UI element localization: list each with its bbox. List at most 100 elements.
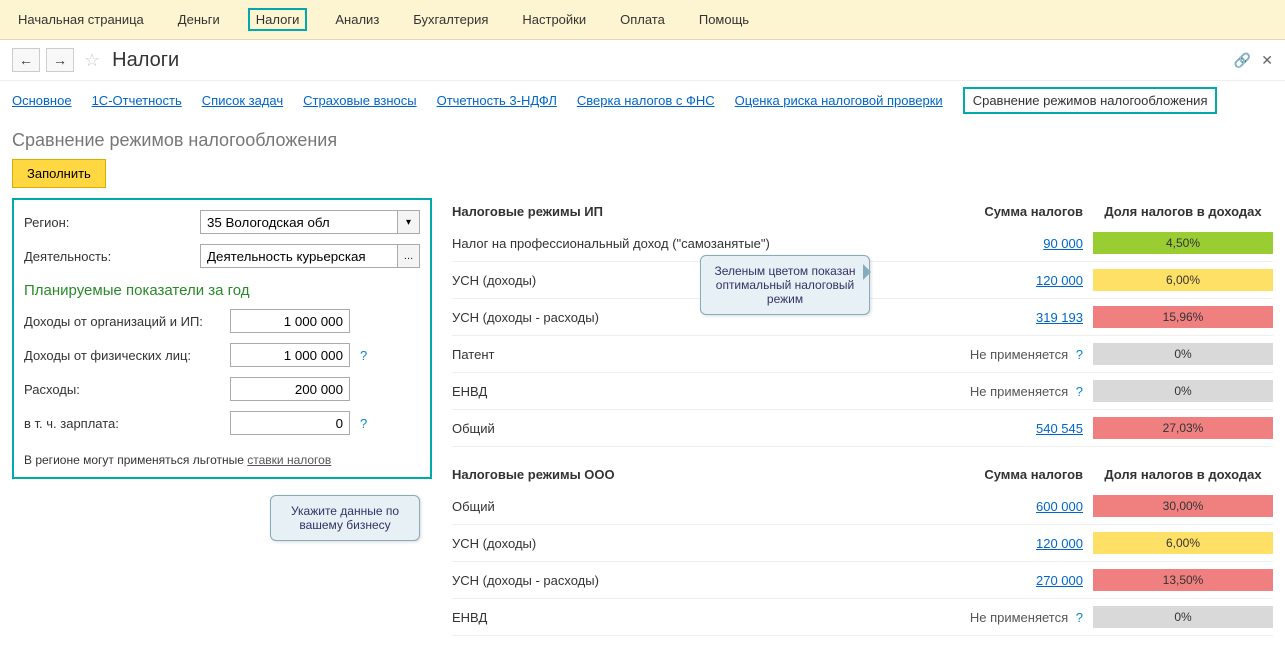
tax-sum-link[interactable]: 90 000 [1043,236,1083,251]
menu-accounting[interactable]: Бухгалтерия [407,8,494,31]
close-icon[interactable]: ✕ [1261,52,1273,69]
income-phys-label: Доходы от физических лиц: [24,348,224,363]
top-menu: Начальная страница Деньги Налоги Анализ … [0,0,1285,40]
salary-label: в т. ч. зарплата: [24,416,224,431]
tax-sum: 319 193 [943,310,1093,325]
subnav-insurance[interactable]: Страховые взносы [303,93,416,108]
tax-sum-link[interactable]: 270 000 [1036,573,1083,588]
subnav-reconcile[interactable]: Сверка налогов с ФНС [577,93,715,108]
menu-settings[interactable]: Настройки [516,8,592,31]
menu-payment[interactable]: Оплата [614,8,671,31]
expenses-input[interactable] [230,377,350,401]
table-header-ip: Налоговые режимы ИПСумма налоговДоля нал… [452,198,1273,225]
activity-label: Деятельность: [24,249,194,264]
tax-name: ЕНВД [452,610,943,625]
region-dropdown-button[interactable]: ▾ [398,210,420,234]
subnav: Основное 1С-Отчетность Список задач Стра… [0,81,1285,120]
menu-taxes[interactable]: Налоги [248,8,308,31]
not-applied-text: Не применяется [970,384,1068,399]
tax-name: Общий [452,421,943,436]
income-org-label: Доходы от организаций и ИП: [24,314,224,329]
tax-sum: Не применяется ? [943,610,1093,625]
tax-name: УСН (доходы - расходы) [452,573,943,588]
menu-start[interactable]: Начальная страница [12,8,150,31]
tax-sum: Не применяется ? [943,347,1093,362]
tax-sum: 120 000 [943,536,1093,551]
share-bar: 6,00% [1093,269,1273,291]
tax-row: Общий 540 545 27,03% [452,410,1273,447]
tax-name: Налог на профессиональный доход ("самоза… [452,236,943,251]
income-org-input[interactable] [230,309,350,333]
fill-button[interactable]: Заполнить [12,159,106,188]
tax-rates-link[interactable]: ставки налогов [247,453,331,467]
share-bar: 30,00% [1093,495,1273,517]
share-bar: 0% [1093,606,1273,628]
subnav-compare[interactable]: Сравнение режимов налогообложения [963,87,1218,114]
expenses-label: Расходы: [24,382,224,397]
not-applied-text: Не применяется [970,347,1068,362]
tax-sum-link[interactable]: 120 000 [1036,536,1083,551]
region-label: Регион: [24,215,194,230]
help-icon[interactable]: ? [360,348,367,363]
share-bar: 27,03% [1093,417,1273,439]
subnav-main[interactable]: Основное [12,93,72,108]
menu-analysis[interactable]: Анализ [329,8,385,31]
tax-row: ЕНВДНе применяется ?0% [452,373,1273,410]
tax-sum-link[interactable]: 600 000 [1036,499,1083,514]
activity-input[interactable] [200,244,398,268]
tax-sum: 90 000 [943,236,1093,251]
activity-picker-button[interactable]: … [398,244,420,268]
not-applied-text: Не применяется [970,610,1068,625]
toolbar: ← → ☆ Налоги 🔗 ✕ [0,40,1285,81]
help-icon[interactable]: ? [1076,384,1083,399]
subnav-reporting[interactable]: 1С-Отчетность [92,93,182,108]
nav-forward-button[interactable]: → [46,48,74,72]
tax-row: УСН (доходы - расходы) 270 000 13,50% [452,562,1273,599]
tax-sum: 600 000 [943,499,1093,514]
callout-input-hint: Укажите данные по вашему бизнесу [270,495,420,541]
help-icon[interactable]: ? [1076,347,1083,362]
tax-name: Общий [452,499,943,514]
menu-money[interactable]: Деньги [172,8,226,31]
nav-back-button[interactable]: ← [12,48,40,72]
tax-sum: 120 000 [943,273,1093,288]
subnav-tasks[interactable]: Список задач [202,93,283,108]
planned-header: Планируемые показатели за год [24,282,420,299]
tax-row: Общий 600 000 30,00% [452,488,1273,525]
favorite-icon[interactable]: ☆ [84,50,100,71]
subnav-ndfl[interactable]: Отчетность 3-НДФЛ [437,93,557,108]
income-phys-input[interactable] [230,343,350,367]
tax-name: УСН (доходы) [452,536,943,551]
tax-name: УСН (доходы - расходы) [452,310,943,325]
tax-sum: 540 545 [943,421,1093,436]
tax-sum: 270 000 [943,573,1093,588]
share-bar: 0% [1093,380,1273,402]
input-panel: Регион: ▾ Деятельность: … Планируемые по… [12,198,432,479]
region-input[interactable] [200,210,398,234]
salary-input[interactable] [230,411,350,435]
tax-sum-link[interactable]: 319 193 [1036,310,1083,325]
tax-row: ЕНВДНе применяется ?0% [452,599,1273,636]
share-bar: 6,00% [1093,532,1273,554]
tax-row: УСН (доходы) 120 000 6,00% [452,525,1273,562]
menu-help[interactable]: Помощь [693,8,755,31]
help-icon[interactable]: ? [360,416,367,431]
rates-note: В регионе могут применяться льготные ста… [24,453,420,467]
tax-name: ЕНВД [452,384,943,399]
share-bar: 13,50% [1093,569,1273,591]
help-icon[interactable]: ? [1076,610,1083,625]
share-bar: 0% [1093,343,1273,365]
tax-row: ПатентНе применяется ?0% [452,336,1273,373]
share-bar: 4,50% [1093,232,1273,254]
tax-sum: Не применяется ? [943,384,1093,399]
table-header-ooo: Налоговые режимы ОООСумма налоговДоля на… [452,461,1273,488]
page-title: Налоги [112,49,179,72]
tax-sum-link[interactable]: 120 000 [1036,273,1083,288]
section-title: Сравнение режимов налогообложения [12,130,1273,151]
tax-name: Патент [452,347,943,362]
callout-optimal-hint: Зеленым цветом показан оптимальный налог… [700,255,870,315]
share-bar: 15,96% [1093,306,1273,328]
link-icon[interactable]: 🔗 [1234,52,1251,69]
tax-sum-link[interactable]: 540 545 [1036,421,1083,436]
subnav-risk[interactable]: Оценка риска налоговой проверки [735,93,943,108]
